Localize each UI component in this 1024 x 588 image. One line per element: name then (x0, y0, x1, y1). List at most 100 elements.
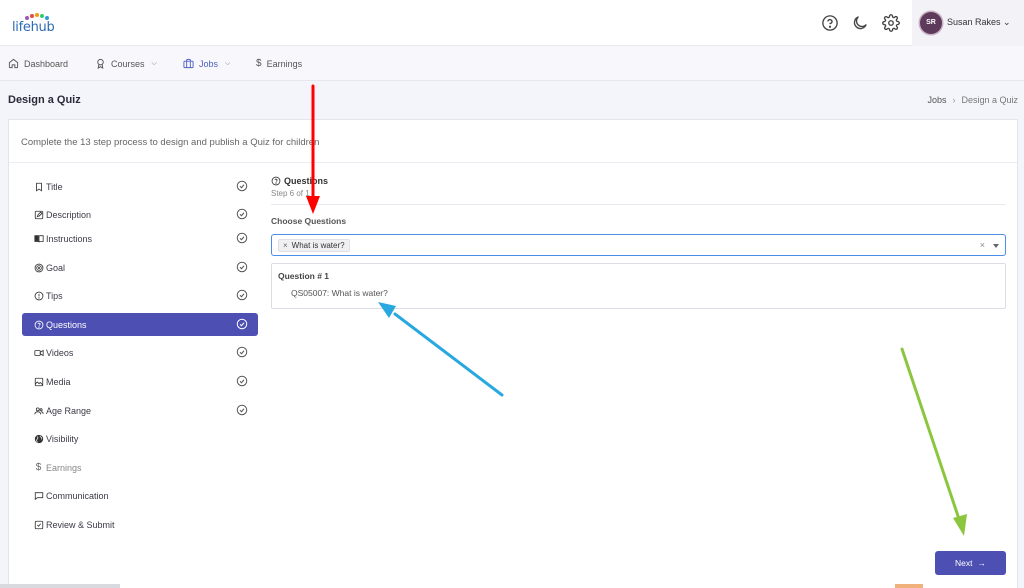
step-label: Review & Submit (46, 519, 115, 530)
lifehub-logo[interactable]: lifehub (12, 13, 56, 35)
step-goal[interactable]: Goal (22, 256, 258, 279)
next-button[interactable]: Next → (935, 551, 1006, 575)
bookmark-icon (35, 182, 42, 192)
award-icon (97, 58, 104, 69)
logo-text: lifehub (12, 20, 55, 35)
nav-label: Dashboard (24, 58, 69, 69)
step-label: Age Range (46, 405, 92, 416)
logo-dot (35, 13, 39, 17)
intro-text: Complete the 13 step process to design a… (21, 137, 320, 148)
step-videos[interactable]: Videos (22, 341, 258, 364)
divider (271, 204, 1006, 205)
dollar-icon: $ (35, 462, 42, 473)
check-circle-icon (236, 232, 248, 244)
breadcrumb: Jobs › Design a Quiz (927, 95, 1018, 105)
logo-dot (40, 14, 44, 18)
book-icon (33, 234, 44, 242)
check-circle-icon (236, 261, 248, 273)
step-media[interactable]: Media (22, 370, 258, 393)
globe-icon (34, 434, 43, 443)
video-icon (33, 349, 44, 356)
bottom-orange-strip (895, 584, 923, 588)
briefcase-icon (183, 58, 194, 69)
user-menu[interactable]: SR Susan Rakes ⌄ (912, 0, 1024, 46)
selected-questions-list: Question # 1 QS05007: What is water? (271, 263, 1006, 309)
tag-label: What is water? (291, 241, 345, 250)
question-item: QS05007: What is water? (291, 288, 388, 298)
step-label: Videos (46, 347, 74, 358)
breadcrumb-separator: › (952, 95, 956, 105)
check-circle-icon (236, 289, 248, 301)
nav-item-dashboard[interactable]: Dashboard (8, 46, 68, 81)
step-label: Tips (46, 290, 63, 301)
step-earnings[interactable]: $ Earnings (22, 456, 258, 479)
nav-item-jobs[interactable]: Jobs ⌵ (183, 46, 230, 81)
next-button-label: Next (955, 558, 973, 568)
step-label: Title (46, 181, 63, 192)
check-square-icon (34, 520, 43, 529)
nav-item-courses[interactable]: Courses ⌵ (95, 46, 157, 81)
nav-label: Jobs (199, 58, 219, 69)
breadcrumb-link-jobs[interactable]: Jobs (927, 95, 946, 105)
step-label: Questions (46, 319, 87, 330)
check-circle-icon (236, 180, 248, 192)
step-label: Goal (46, 262, 66, 273)
home-icon (8, 58, 19, 69)
gear-icon[interactable] (882, 14, 900, 32)
logo-dot (30, 14, 34, 18)
main-nav: Dashboard Courses ⌵ Jobs ⌵ $ Earnings (0, 46, 1024, 81)
nav-label: Earnings (266, 58, 303, 69)
section-title: Questions (271, 176, 328, 186)
divider (9, 162, 1017, 163)
dropdown-caret-icon[interactable] (993, 244, 999, 248)
step-label: Visibility (46, 433, 79, 444)
step-review-submit[interactable]: Review & Submit (22, 513, 258, 536)
choose-questions-label: Choose Questions (271, 216, 347, 226)
check-circle-icon (236, 404, 248, 416)
step-communication[interactable]: Communication (22, 484, 258, 507)
chevron-down-icon: ⌵ (151, 59, 157, 67)
help-icon[interactable] (821, 14, 839, 32)
nav-label: Courses (111, 58, 145, 69)
nav-item-earnings[interactable]: $ Earnings (256, 46, 302, 81)
quiz-wizard-card: Complete the 13 step process to design a… (8, 119, 1018, 588)
user-name-text: Susan Rakes (947, 17, 1001, 27)
question-heading: Question # 1 (278, 271, 330, 281)
step-label: Earnings (46, 462, 82, 473)
edit-icon (34, 210, 43, 219)
message-icon (34, 491, 43, 500)
step-description[interactable]: Description (22, 203, 258, 226)
step-title[interactable]: Title (22, 175, 258, 198)
dollar-icon: $ (256, 58, 262, 69)
chevron-down-icon: ⌄ (1003, 17, 1011, 27)
check-circle-icon (236, 208, 248, 220)
users-icon (33, 406, 44, 414)
target-icon (34, 263, 43, 272)
bottom-strip (0, 584, 120, 588)
clear-selection-icon[interactable]: × (980, 240, 985, 250)
breadcrumb-current: Design a Quiz (961, 95, 1018, 105)
selected-question-tag: × What is water? (278, 239, 350, 252)
image-icon (34, 377, 43, 386)
step-label: Instructions (46, 233, 93, 244)
arrow-right-icon: → (977, 558, 986, 568)
check-circle-icon (236, 346, 248, 358)
check-circle-icon (236, 375, 248, 387)
page-title: Design a Quiz (8, 94, 81, 106)
step-label: Communication (46, 490, 109, 501)
step-visibility[interactable]: Visibility (22, 427, 258, 450)
help-circle-icon (34, 320, 43, 329)
step-label: Media (46, 376, 71, 387)
choose-questions-select[interactable]: × What is water? × (271, 234, 1006, 256)
step-counter: Step 6 of 1 (271, 189, 310, 198)
help-circle-icon (271, 176, 281, 186)
remove-tag-icon[interactable]: × (283, 241, 288, 250)
alert-circle-icon (34, 291, 43, 300)
moon-icon[interactable] (851, 14, 869, 32)
step-instructions[interactable]: Instructions (22, 227, 258, 250)
check-circle-icon (236, 318, 248, 330)
step-questions[interactable]: Questions (22, 313, 258, 336)
step-age-range[interactable]: Age Range (22, 399, 258, 422)
user-name: Susan Rakes ⌄ (947, 17, 1011, 28)
step-tips[interactable]: Tips (22, 284, 258, 307)
